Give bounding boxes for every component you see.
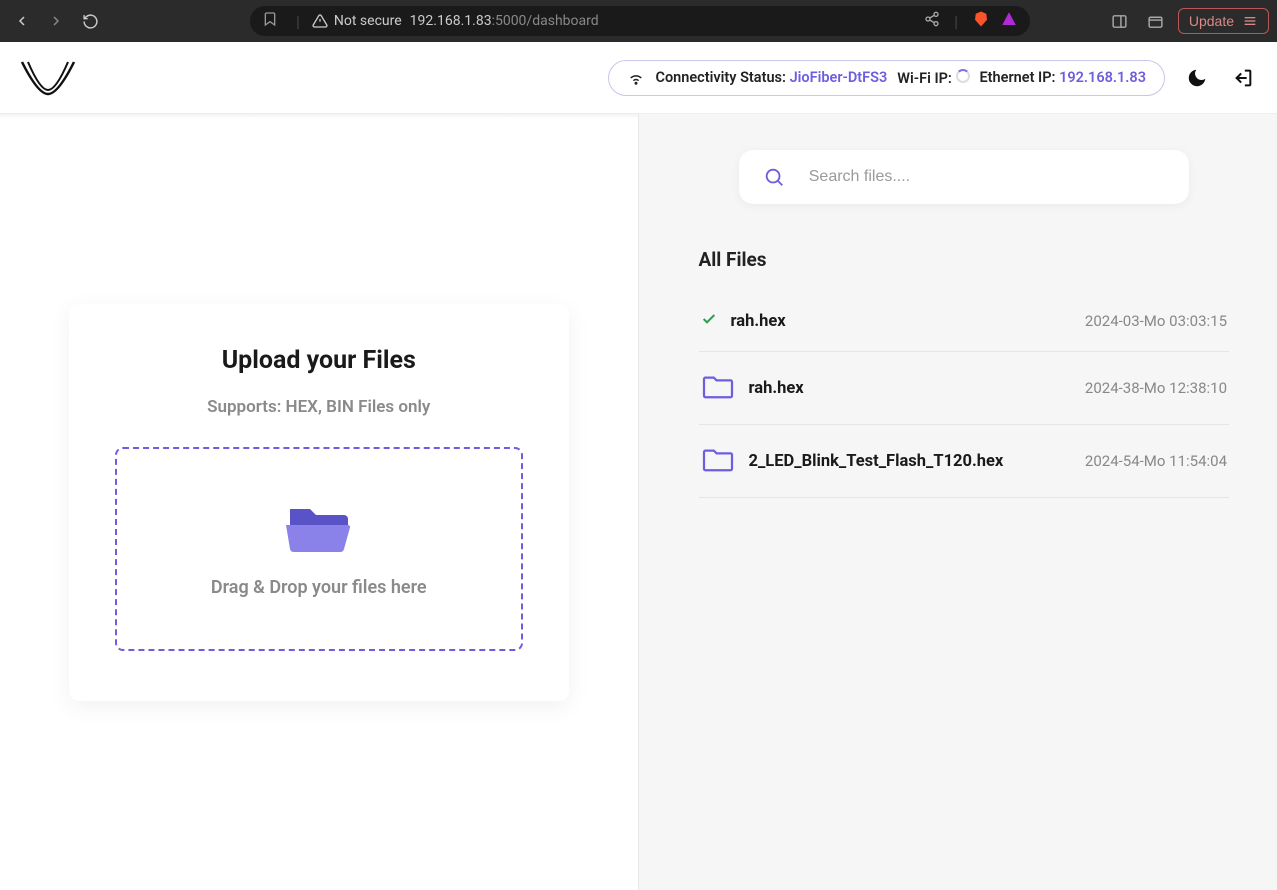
folder-icon: [701, 445, 735, 477]
warning-icon: [312, 13, 328, 29]
security-status[interactable]: Not secure: [312, 13, 402, 29]
main-content: Upload your Files Supports: HEX, BIN Fil…: [0, 114, 1277, 890]
update-button[interactable]: Update: [1178, 8, 1269, 34]
address-bar[interactable]: | Not secure 192.168.1.83:5000/dashboard…: [250, 6, 1030, 36]
file-row[interactable]: 2_LED_Blink_Test_Flash_T120.hex 2024-54-M…: [699, 425, 1230, 498]
wallet-button[interactable]: [1142, 7, 1170, 35]
file-date: 2024-38-Mo 12:38:10: [1085, 379, 1227, 397]
file-name: rah.hex: [731, 312, 786, 331]
search-input[interactable]: [809, 168, 1165, 186]
file-dropzone[interactable]: Drag & Drop your files here: [115, 447, 523, 651]
moon-icon: [1186, 67, 1208, 89]
logout-button[interactable]: [1229, 64, 1257, 92]
check-icon: [701, 311, 717, 331]
wifi-icon: [627, 69, 645, 87]
app-logo: [20, 58, 76, 98]
dropzone-text: Drag & Drop your files here: [211, 577, 427, 598]
file-row[interactable]: rah.hex 2024-38-Mo 12:38:10: [699, 352, 1230, 425]
files-section-title: All Files: [699, 248, 1230, 271]
brave-rewards-icon[interactable]: [1000, 10, 1018, 32]
brave-shield-icon[interactable]: [972, 10, 990, 32]
loading-spinner-icon: [956, 69, 970, 83]
nav-back-button[interactable]: [8, 7, 36, 35]
ethernet-ip-label: Ethernet IP:: [980, 69, 1056, 86]
file-name: rah.hex: [749, 379, 804, 398]
upload-subtitle: Supports: HEX, BIN Files only: [115, 397, 523, 417]
wifi-ip-label: Wi-Fi IP:: [897, 70, 952, 87]
app-header: Connectivity Status: JioFiber-DtFS3 Wi-F…: [0, 42, 1277, 114]
reload-icon: [82, 13, 99, 30]
chevron-left-icon: [14, 13, 30, 29]
nav-forward-button[interactable]: [42, 7, 70, 35]
upload-card: Upload your Files Supports: HEX, BIN Fil…: [69, 304, 569, 701]
update-label: Update: [1189, 13, 1234, 29]
browser-chrome: | Not secure 192.168.1.83:5000/dashboard…: [0, 0, 1277, 42]
file-list: rah.hex 2024-03-Mo 03:03:15 rah.hex 2024-38…: [699, 291, 1230, 498]
connectivity-status-pill: Connectivity Status: JioFiber-DtFS3 Wi-F…: [608, 60, 1165, 96]
search-icon: [763, 166, 785, 188]
logout-icon: [1232, 67, 1254, 89]
files-pane: All Files rah.hex2024-03-Mo 03:03:15rah.…: [639, 114, 1277, 890]
nav-reload-button[interactable]: [76, 7, 104, 35]
ethernet-ip-value: 192.168.1.83: [1059, 69, 1146, 86]
connectivity-label: Connectivity Status:: [655, 69, 785, 86]
file-name: 2_LED_Blink_Test_Flash_T120.hex: [749, 452, 1004, 471]
folder-open-icon: [284, 499, 354, 553]
file-date: 2024-03-Mo 03:03:15: [1085, 312, 1227, 330]
sidepanel-button[interactable]: [1106, 7, 1134, 35]
theme-toggle-button[interactable]: [1183, 64, 1211, 92]
chevron-right-icon: [48, 13, 64, 29]
file-row[interactable]: rah.hex 2024-03-Mo 03:03:15: [699, 291, 1230, 352]
search-box[interactable]: [739, 150, 1189, 204]
share-icon[interactable]: [924, 11, 940, 31]
url-display: 192.168.1.83:5000/dashboard: [410, 13, 599, 29]
connectivity-value: JioFiber-DtFS3: [790, 69, 888, 86]
bookmark-icon[interactable]: [262, 11, 278, 31]
upload-title: Upload your Files: [115, 346, 523, 375]
sidepanel-icon: [1111, 13, 1128, 30]
wallet-icon: [1147, 13, 1164, 30]
file-date: 2024-54-Mo 11:54:04: [1085, 452, 1227, 470]
menu-icon: [1242, 13, 1258, 29]
folder-icon: [701, 372, 735, 404]
not-secure-label: Not secure: [334, 13, 402, 29]
upload-pane: Upload your Files Supports: HEX, BIN Fil…: [0, 114, 639, 890]
